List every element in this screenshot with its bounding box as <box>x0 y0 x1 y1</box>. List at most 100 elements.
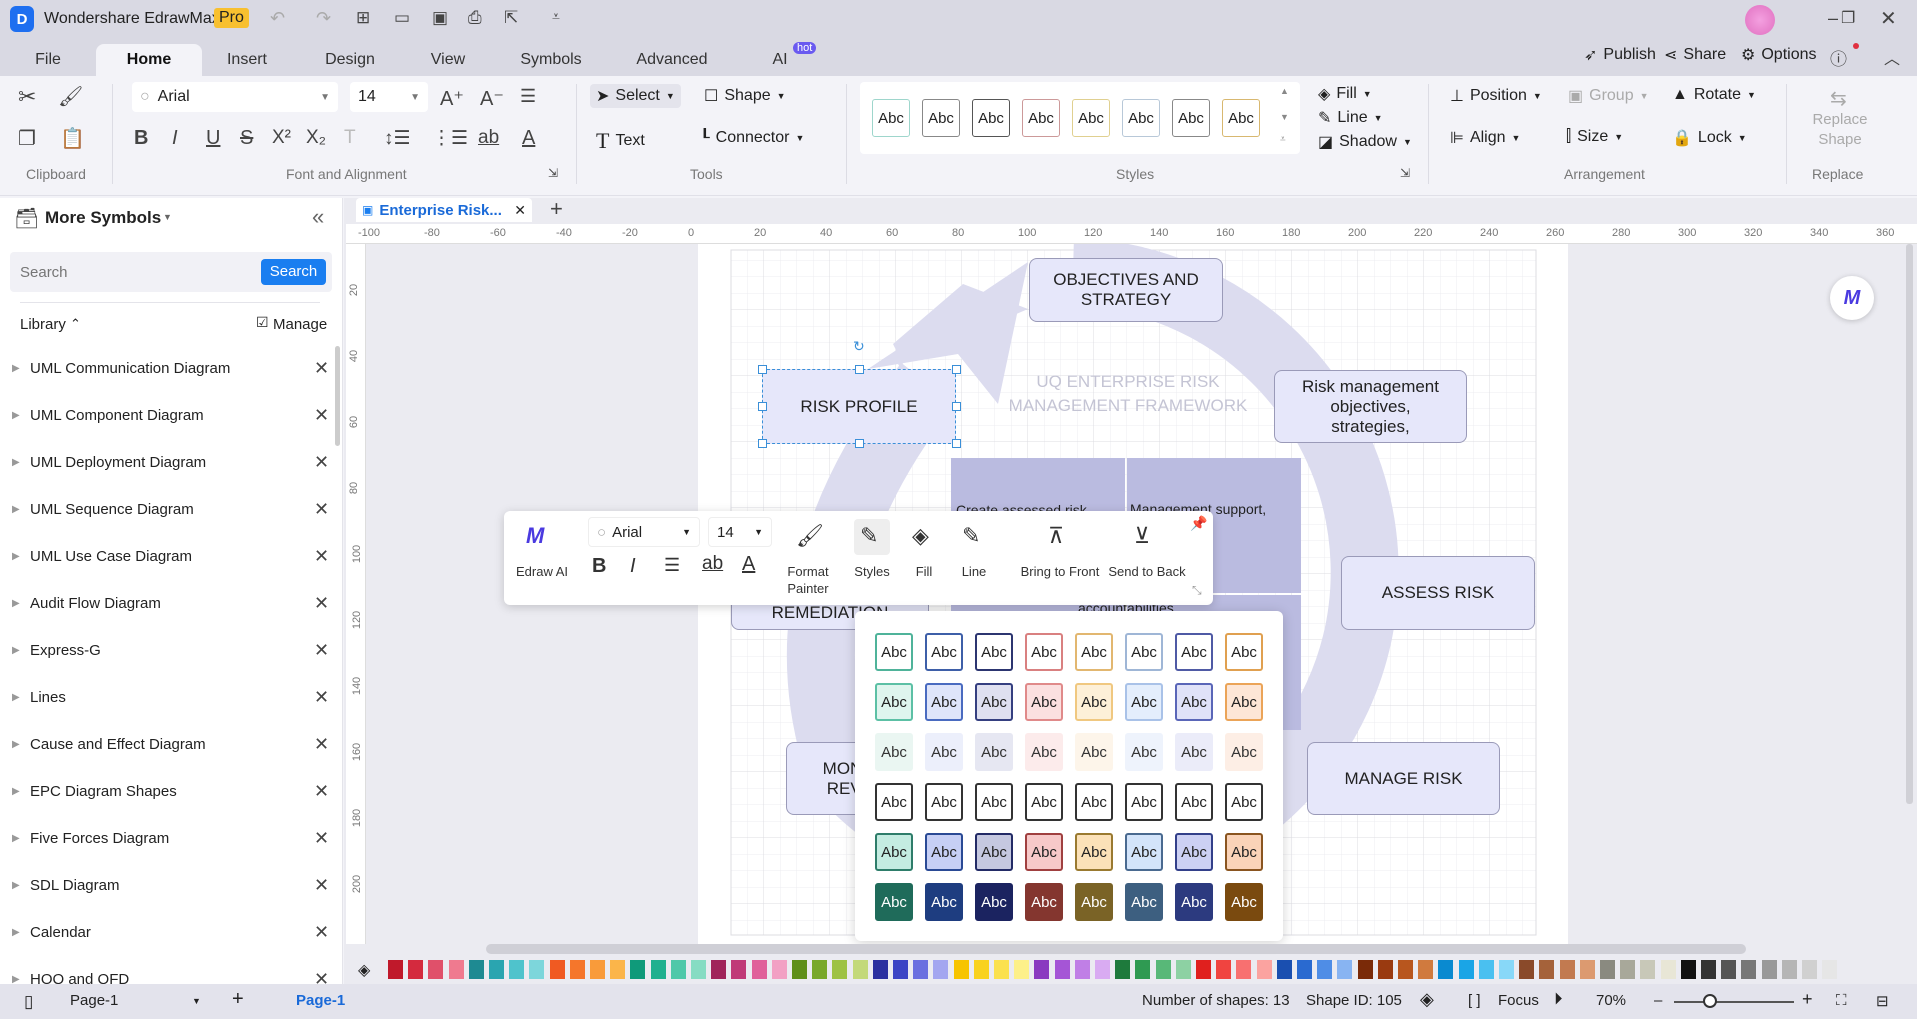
remove-library-icon[interactable]: ✕ <box>314 922 329 943</box>
minimize-icon[interactable]: – <box>1828 8 1838 29</box>
fit-page-icon[interactable]: ⛶ <box>1836 992 1847 1009</box>
library-item[interactable]: ▶ HOQ and QFD ✕ <box>0 959 336 985</box>
send-to-back-icon[interactable]: ⊻ <box>1134 523 1150 549</box>
page-panel-icon[interactable]: ▯ <box>24 992 33 1012</box>
group-button[interactable]: ▣ Group ▼ <box>1568 86 1649 106</box>
style-option[interactable]: Abc <box>925 783 963 821</box>
options-button[interactable]: ⚙ Options <box>1741 45 1816 65</box>
search-button[interactable]: Search <box>261 259 326 285</box>
color-swatch[interactable] <box>1014 960 1030 979</box>
select-button[interactable]: ➤ Select ▼ <box>590 84 681 108</box>
tab-advanced[interactable]: Advanced <box>636 44 708 76</box>
page-select[interactable]: Page-1 <box>70 992 118 1009</box>
color-swatch[interactable] <box>1802 960 1817 979</box>
document-tab[interactable]: ▣ Enterprise Risk... ✕ <box>356 198 532 222</box>
style-option[interactable]: Abc <box>1225 633 1263 671</box>
color-swatch[interactable] <box>1640 960 1656 979</box>
library-item[interactable]: ▶ Lines ✕ <box>0 677 336 717</box>
color-swatch[interactable] <box>1074 960 1090 979</box>
library-item[interactable]: ▶ SDL Diagram ✕ <box>0 865 336 905</box>
style-option[interactable]: Abc <box>975 683 1013 721</box>
style-thumbnail[interactable]: Abc <box>922 99 960 137</box>
library-label[interactable]: Library <box>20 316 66 333</box>
library-item[interactable]: ▶ Cause and Effect Diagram ✕ <box>0 724 336 764</box>
style-option[interactable]: Abc <box>1025 833 1063 871</box>
decrease-font-icon[interactable]: A⁻ <box>480 86 504 111</box>
font-color-icon[interactable]: A <box>742 553 755 576</box>
font-size-select[interactable]: 14 ▼ <box>350 82 428 112</box>
color-swatch[interactable] <box>529 960 545 979</box>
focus-icon[interactable]: [ ] <box>1468 992 1481 1009</box>
resize-handle[interactable] <box>758 439 767 448</box>
shape-objectives[interactable]: OBJECTIVES AND STRATEGY <box>1029 258 1223 322</box>
tab-symbols[interactable]: Symbols <box>518 44 584 76</box>
cut-icon[interactable]: ✂ <box>18 84 36 110</box>
color-swatch[interactable] <box>1822 960 1838 979</box>
line-icon[interactable]: ✎ <box>962 523 980 549</box>
chevron-right-icon[interactable]: ▶ <box>12 880 20 891</box>
remove-library-icon[interactable]: ✕ <box>314 640 329 661</box>
color-swatch[interactable] <box>1559 960 1575 979</box>
collapse-ribbon-icon[interactable]: ︿ <box>1884 45 1900 69</box>
chevron-right-icon[interactable]: ▶ <box>12 363 20 374</box>
shape-assess-risk[interactable]: ASSESS RISK <box>1341 556 1535 630</box>
line-spacing-icon[interactable]: ↕☰ <box>384 127 411 150</box>
font-color-icon[interactable]: A <box>522 127 535 150</box>
color-swatch[interactable] <box>913 960 929 979</box>
align-icon[interactable]: ☰ <box>664 555 680 576</box>
color-swatch[interactable] <box>1781 960 1797 979</box>
edraw-ai-button[interactable]: Edraw AI <box>510 563 574 580</box>
style-option[interactable]: Abc <box>1075 633 1113 671</box>
expand-gallery-icon[interactable]: ⩡ <box>1280 134 1286 145</box>
style-option[interactable]: Abc <box>925 683 963 721</box>
color-swatch[interactable] <box>1135 960 1151 979</box>
color-swatch[interactable] <box>1478 960 1494 979</box>
color-swatch[interactable] <box>792 960 807 979</box>
tab-ai[interactable]: AI <box>770 44 790 76</box>
style-option[interactable]: Abc <box>1125 833 1163 871</box>
style-thumbnail[interactable]: Abc <box>872 99 910 137</box>
chevron-up-icon[interactable]: ⌃ <box>70 316 81 332</box>
align-icon[interactable]: ☰ <box>520 86 536 107</box>
resize-handle[interactable] <box>952 439 961 448</box>
highlight-icon[interactable]: ab <box>702 553 723 575</box>
color-swatch[interactable] <box>1054 960 1070 979</box>
bold-icon[interactable]: B <box>592 555 606 578</box>
color-swatch[interactable] <box>872 960 888 979</box>
format-painter-button[interactable]: Format Painter <box>778 563 838 597</box>
color-swatch[interactable] <box>1115 960 1131 979</box>
remove-library-icon[interactable]: ✕ <box>314 452 329 473</box>
format-painter-icon[interactable]: 🖌 <box>796 523 824 549</box>
increase-font-icon[interactable]: A⁺ <box>440 86 464 111</box>
color-swatch[interactable] <box>1701 960 1716 979</box>
style-option[interactable]: Abc <box>1125 683 1163 721</box>
color-swatch[interactable] <box>670 960 686 979</box>
dialog-launcher-icon[interactable]: ⇲ <box>548 166 558 180</box>
library-item[interactable]: ▶ EPC Diagram Shapes ✕ <box>0 771 336 811</box>
color-swatch[interactable] <box>1034 960 1050 979</box>
chevron-right-icon[interactable]: ▶ <box>12 692 20 703</box>
style-option[interactable]: Abc <box>975 883 1013 921</box>
redo-icon[interactable]: ↷ <box>316 8 331 29</box>
style-option[interactable]: Abc <box>875 783 913 821</box>
style-option[interactable]: Abc <box>1125 883 1163 921</box>
size-button[interactable]: ⫿ Size ▼ <box>1566 128 1623 146</box>
italic-icon[interactable]: I <box>630 555 636 578</box>
library-item[interactable]: ▶ Express-G ✕ <box>0 630 336 670</box>
color-swatch[interactable] <box>428 960 444 979</box>
color-swatch[interactable] <box>1418 960 1434 979</box>
position-button[interactable]: ⊥ Position ▼ <box>1450 86 1542 106</box>
color-swatch[interactable] <box>1095 960 1110 979</box>
style-option[interactable]: Abc <box>1025 733 1063 771</box>
style-option[interactable]: Abc <box>1075 733 1113 771</box>
tab-view[interactable]: View <box>428 44 468 76</box>
text-style-icon[interactable]: T <box>344 127 356 149</box>
zoom-slider[interactable] <box>1674 1001 1794 1003</box>
remove-library-icon[interactable]: ✕ <box>314 828 329 849</box>
fill-bucket-icon[interactable]: ◈ <box>358 960 370 980</box>
color-swatch[interactable] <box>1680 960 1696 979</box>
styles-icon[interactable]: ✎ <box>860 523 878 549</box>
dialog-launcher-icon[interactable]: ⇲ <box>1400 166 1410 180</box>
color-swatch[interactable] <box>1660 960 1676 979</box>
close-tab-icon[interactable]: ✕ <box>514 202 526 219</box>
